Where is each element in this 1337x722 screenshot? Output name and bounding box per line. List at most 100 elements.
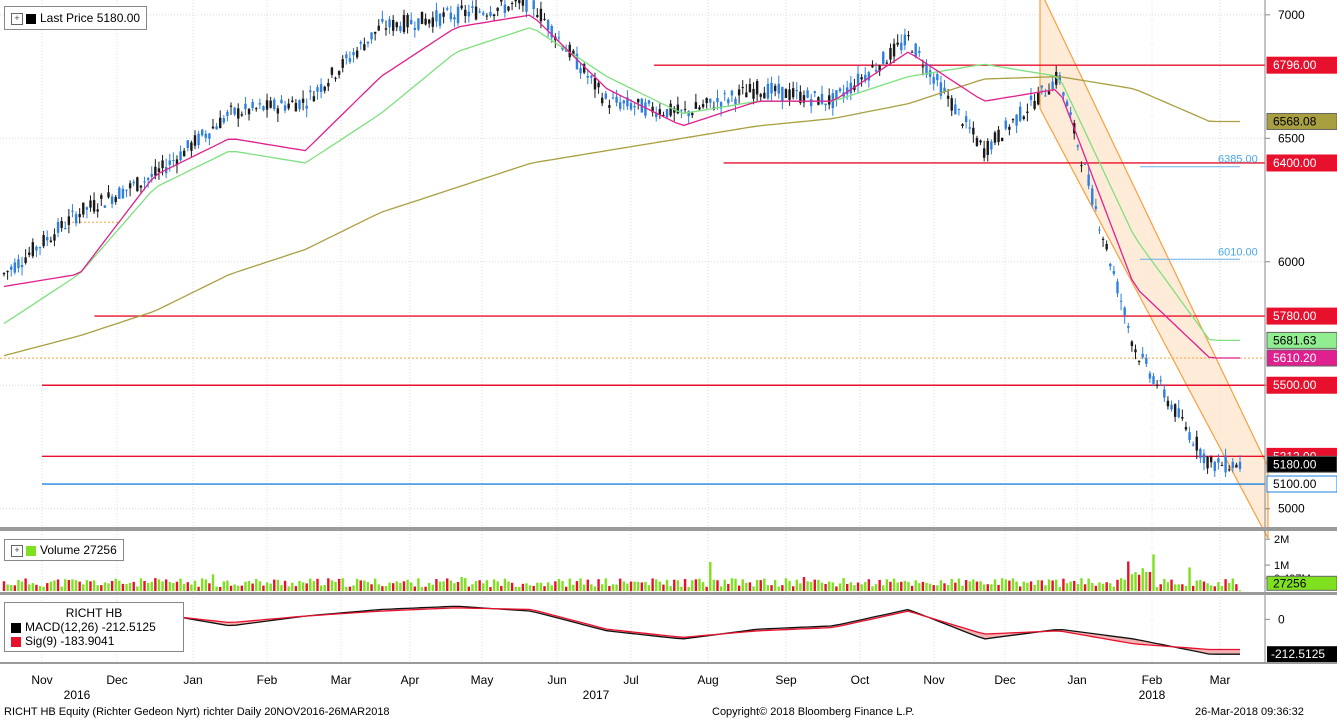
volume-bar: [377, 584, 380, 591]
expand-icon[interactable]: +: [11, 544, 23, 557]
price-legend[interactable]: + Last Price 5180.00: [4, 6, 148, 30]
candle-body: [644, 102, 647, 116]
candle-body: [71, 210, 74, 212]
volume-bar: [294, 586, 298, 591]
volume-bar: [237, 585, 240, 591]
candle-body: [694, 102, 698, 109]
candle-body: [1220, 465, 1224, 467]
candle-body: [1123, 307, 1126, 316]
candle-body: [1065, 101, 1069, 107]
volume-bar: [269, 583, 272, 591]
panel-separator: [0, 662, 1337, 664]
candle-body: [417, 18, 420, 30]
volume-bar: [251, 583, 254, 591]
candle-body: [60, 221, 63, 228]
candle-body: [964, 116, 968, 123]
volume-bar: [1227, 583, 1231, 591]
volume-bar: [842, 578, 845, 591]
candle-body: [247, 109, 251, 115]
volume-bar: [597, 579, 600, 591]
series-tag-label: 5610.20: [1273, 351, 1317, 365]
candle-body: [309, 90, 312, 93]
volume-bar: [568, 578, 571, 591]
volume-bar: [824, 584, 827, 591]
candle-body: [460, 5, 463, 9]
volume-bar: [78, 581, 81, 591]
volume-bar: [867, 579, 871, 591]
candle-body: [1137, 361, 1141, 363]
candle-body: [518, 0, 521, 4]
volume-bar: [900, 581, 903, 591]
volume-bar: [997, 584, 1000, 591]
candle-body: [813, 91, 816, 94]
volume-bar: [691, 580, 694, 591]
candle-body: [197, 133, 200, 145]
candle-body: [615, 96, 618, 103]
volume-bar: [1098, 582, 1101, 591]
candle-body: [179, 151, 182, 161]
candle-body: [622, 100, 626, 104]
volume-bar: [961, 585, 964, 591]
candle-body: [190, 142, 193, 151]
volume-bar: [168, 581, 171, 591]
candle-body: [319, 84, 323, 93]
volume-bar: [110, 580, 114, 591]
volume-bar: [1163, 578, 1166, 591]
volume-bar: [208, 583, 211, 591]
candle-body: [150, 174, 153, 177]
candle-body: [1047, 91, 1051, 95]
candle-body: [301, 98, 305, 103]
candle-body: [363, 44, 366, 51]
candle-body: [579, 68, 582, 74]
candle-body: [755, 81, 759, 95]
volume-bar: [957, 578, 961, 591]
expand-icon[interactable]: +: [11, 12, 23, 25]
volume-bar: [92, 580, 96, 591]
volume-bar: [712, 579, 716, 591]
volume-bar: [409, 582, 413, 591]
candle-body: [892, 43, 896, 57]
candle-body: [658, 109, 662, 115]
candle-body: [1029, 95, 1033, 100]
candle-body: [168, 160, 171, 165]
volume-bar: [453, 583, 456, 591]
volume-bar: [1058, 587, 1062, 591]
volume-bar: [482, 583, 485, 591]
candle-body: [838, 88, 842, 92]
candle-body: [255, 108, 258, 110]
volume-bar: [164, 579, 168, 591]
candle-body: [24, 257, 27, 263]
volume-bar: [384, 585, 388, 591]
candle-body: [262, 106, 265, 111]
candle-body: [946, 95, 950, 99]
candle-body: [543, 18, 546, 20]
macd-legend[interactable]: RICHT HB MACD(12,26) -212.5125 Sig(9) -1…: [4, 602, 184, 652]
volume-legend[interactable]: + Volume 27256: [4, 539, 124, 561]
volume-bar: [74, 580, 78, 591]
volume-bar: [716, 580, 719, 591]
candle-body: [128, 183, 132, 189]
candle-body: [957, 108, 961, 110]
volume-bar: [442, 581, 445, 591]
candle-body: [489, 11, 492, 17]
volume-bar: [1166, 582, 1170, 591]
legend-swatch-black: [11, 622, 21, 633]
volume-bar: [1145, 571, 1148, 591]
candle-body: [251, 101, 254, 109]
candle-body: [777, 83, 780, 94]
volume-bar: [1184, 585, 1188, 591]
volume-bar: [975, 581, 979, 591]
candle-body: [355, 50, 359, 58]
candle-body: [993, 132, 997, 143]
volume-bar: [172, 583, 175, 591]
candle-body: [737, 89, 741, 96]
candle-body: [345, 54, 348, 59]
volume-bar: [1217, 582, 1220, 591]
volume-bar: [813, 579, 816, 591]
volume-bar: [871, 586, 874, 591]
volume-bar: [1051, 580, 1054, 591]
candle-body: [763, 92, 766, 99]
candle-body: [1238, 461, 1242, 469]
volume-bar: [1127, 561, 1130, 591]
volume-bar: [925, 582, 928, 591]
